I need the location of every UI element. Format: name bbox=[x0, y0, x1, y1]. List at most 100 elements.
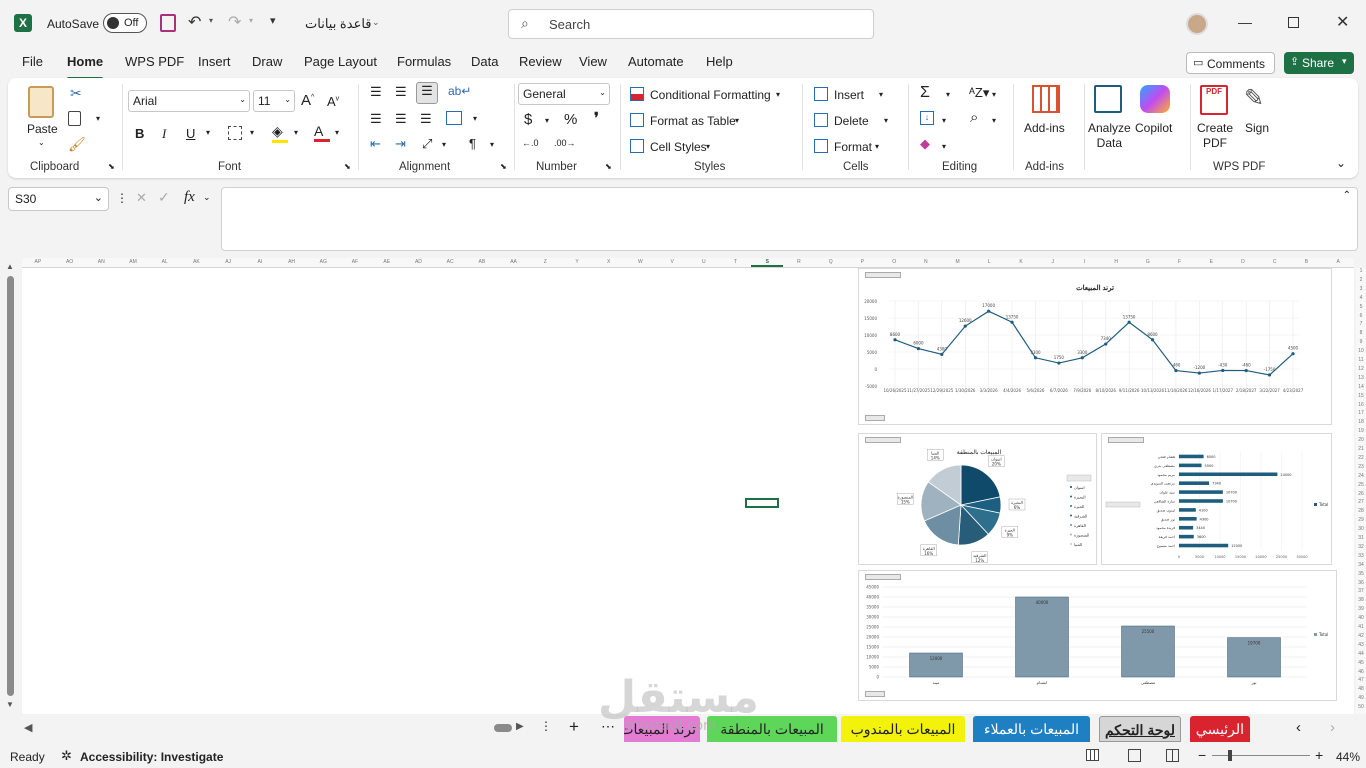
decrease-decimal-icon[interactable]: .00→ bbox=[554, 138, 576, 148]
name-box[interactable]: S30 ⌄ bbox=[8, 187, 109, 211]
scroll-right-icon[interactable]: ▶ bbox=[516, 721, 524, 732]
sign-button[interactable]: Sign bbox=[1245, 121, 1269, 135]
row-header[interactable]: 41 bbox=[1356, 624, 1366, 630]
redo-dropdown-icon[interactable]: ▾ bbox=[249, 16, 253, 25]
zoom-slider[interactable] bbox=[1212, 755, 1310, 756]
row-header[interactable]: 23 bbox=[1356, 464, 1366, 470]
column-header[interactable]: AG bbox=[307, 259, 339, 265]
split-handle-icon[interactable]: ⋮ bbox=[540, 719, 552, 733]
underline-dropdown-icon[interactable]: ▾ bbox=[206, 128, 210, 137]
sort-filter-icon[interactable]: ᴬZ▾ bbox=[969, 85, 989, 101]
conditional-dropdown-icon[interactable]: ▾ bbox=[776, 90, 780, 99]
scroll-up-icon[interactable]: ▲ bbox=[6, 262, 14, 271]
clipboard-launcher-icon[interactable]: ⬊ bbox=[108, 162, 115, 171]
column-header[interactable]: O bbox=[878, 259, 910, 265]
row-header[interactable]: 19 bbox=[1356, 428, 1366, 434]
column-header[interactable]: S bbox=[751, 259, 784, 267]
column-header[interactable]: I bbox=[1069, 259, 1101, 265]
column-header[interactable]: T bbox=[720, 259, 752, 265]
decrease-font-icon[interactable]: Av bbox=[327, 94, 339, 109]
tab-help[interactable]: Help bbox=[706, 54, 733, 74]
create-pdf-button[interactable]: Create PDF bbox=[1197, 121, 1233, 151]
cell-styles-button[interactable]: Cell Styles bbox=[650, 140, 707, 154]
increase-indent-icon[interactable]: ⇥ bbox=[395, 136, 406, 152]
row-header[interactable]: 28 bbox=[1356, 508, 1366, 514]
column-header[interactable]: AH bbox=[276, 259, 308, 265]
tab-file[interactable]: File bbox=[22, 54, 43, 74]
row-header[interactable]: 7 bbox=[1356, 321, 1366, 327]
accessibility-icon[interactable]: ✲ bbox=[61, 748, 72, 764]
create-pdf-icon[interactable]: PDF bbox=[1200, 85, 1228, 115]
column-header[interactable]: AL bbox=[149, 259, 181, 265]
row-header[interactable]: 14 bbox=[1356, 384, 1366, 390]
paste-button[interactable]: Paste bbox=[27, 122, 58, 136]
row-header[interactable]: 33 bbox=[1356, 553, 1366, 559]
row-header[interactable]: 17 bbox=[1356, 410, 1366, 416]
tab-dashboard[interactable]: لوحة التحكم bbox=[1099, 716, 1181, 742]
clear-dropdown-icon[interactable]: ▾ bbox=[942, 142, 946, 151]
insert-function-button[interactable]: fx bbox=[184, 189, 195, 206]
tab-wps-pdf[interactable]: WPS PDF bbox=[125, 54, 184, 74]
increase-font-icon[interactable]: A^ bbox=[301, 92, 314, 109]
paste-dropdown-icon[interactable]: ⌄ bbox=[38, 138, 45, 147]
sign-icon[interactable]: ✎ bbox=[1244, 84, 1264, 113]
column-header[interactable]: AK bbox=[181, 259, 213, 265]
share-button[interactable]: ⇪ Share ▾ bbox=[1284, 52, 1354, 74]
row-header[interactable]: 18 bbox=[1356, 419, 1366, 425]
save-icon[interactable] bbox=[160, 14, 176, 32]
column-header[interactable]: AJ bbox=[212, 259, 244, 265]
row-header[interactable]: 50 bbox=[1356, 704, 1366, 710]
analyze-data-icon[interactable] bbox=[1094, 85, 1122, 113]
row-header[interactable]: 43 bbox=[1356, 642, 1366, 648]
column-header[interactable]: H bbox=[1100, 259, 1132, 265]
wrap-text-icon[interactable]: ab↵ bbox=[448, 84, 471, 98]
sales-trend-chart[interactable]: ترند المبيعات 20000 15000 10000 5000 0 -5000 1… bbox=[858, 268, 1332, 425]
font-size-select[interactable]: 11 ⌄ bbox=[253, 90, 295, 112]
font-launcher-icon[interactable]: ⬊ bbox=[344, 162, 351, 171]
italic-button[interactable]: I bbox=[162, 126, 166, 142]
column-header[interactable]: W bbox=[625, 259, 657, 265]
column-header[interactable]: X bbox=[593, 259, 625, 265]
row-header[interactable]: 5 bbox=[1356, 304, 1366, 310]
row-header[interactable]: 15 bbox=[1356, 393, 1366, 399]
tab-review[interactable]: Review bbox=[519, 54, 562, 74]
tab-home[interactable]: Home bbox=[67, 54, 104, 80]
clear-icon[interactable]: ◆ bbox=[920, 136, 930, 152]
format-cells-button[interactable]: Format bbox=[834, 140, 872, 154]
number-format-select[interactable]: General ⌄ bbox=[518, 83, 610, 105]
row-header[interactable]: 48 bbox=[1356, 686, 1366, 692]
fx-dropdown-icon[interactable]: ⌄ bbox=[203, 192, 211, 203]
delete-cells-button[interactable]: Delete bbox=[834, 114, 869, 128]
row-header[interactable]: 8 bbox=[1356, 330, 1366, 336]
addins-button[interactable]: Add-ins bbox=[1024, 121, 1065, 135]
column-header[interactable]: AP bbox=[22, 259, 54, 265]
font-name-select[interactable]: Arial ⌄ bbox=[128, 90, 250, 112]
row-header[interactable]: 25 bbox=[1356, 482, 1366, 488]
formula-input[interactable]: ⌃ bbox=[221, 187, 1358, 251]
tab-draw[interactable]: Draw bbox=[252, 54, 282, 74]
row-header[interactable]: 35 bbox=[1356, 571, 1366, 577]
fill-color-icon[interactable]: ◈ bbox=[272, 123, 288, 143]
tab-data[interactable]: Data bbox=[471, 54, 498, 74]
column-header[interactable]: F bbox=[1164, 259, 1196, 265]
column-header[interactable]: R bbox=[783, 259, 815, 265]
delete-cells-icon[interactable] bbox=[814, 113, 828, 127]
column-header[interactable]: U bbox=[688, 259, 720, 265]
row-header[interactable]: 29 bbox=[1356, 517, 1366, 523]
align-left-icon[interactable]: ☰ bbox=[370, 111, 382, 127]
row-header[interactable]: 38 bbox=[1356, 597, 1366, 603]
pivot-axis-button[interactable] bbox=[865, 691, 885, 697]
align-right-icon[interactable]: ☰ bbox=[420, 111, 432, 127]
column-header[interactable]: M bbox=[942, 259, 974, 265]
row-header[interactable]: 49 bbox=[1356, 695, 1366, 701]
zoom-level[interactable]: 44% bbox=[1336, 750, 1360, 764]
search-box[interactable]: ⌕ Search bbox=[508, 9, 874, 39]
undo-dropdown-icon[interactable]: ▾ bbox=[209, 16, 213, 25]
conditional-formatting-icon[interactable] bbox=[630, 87, 644, 101]
row-header[interactable]: 39 bbox=[1356, 606, 1366, 612]
comma-icon[interactable]: ❜ bbox=[594, 109, 599, 127]
row-header[interactable]: 42 bbox=[1356, 633, 1366, 639]
format-painter-icon[interactable]: 🖌 bbox=[68, 136, 86, 153]
fill-color-dropdown-icon[interactable]: ▾ bbox=[294, 128, 298, 137]
file-name[interactable]: قاعدة بيانات bbox=[305, 16, 372, 32]
